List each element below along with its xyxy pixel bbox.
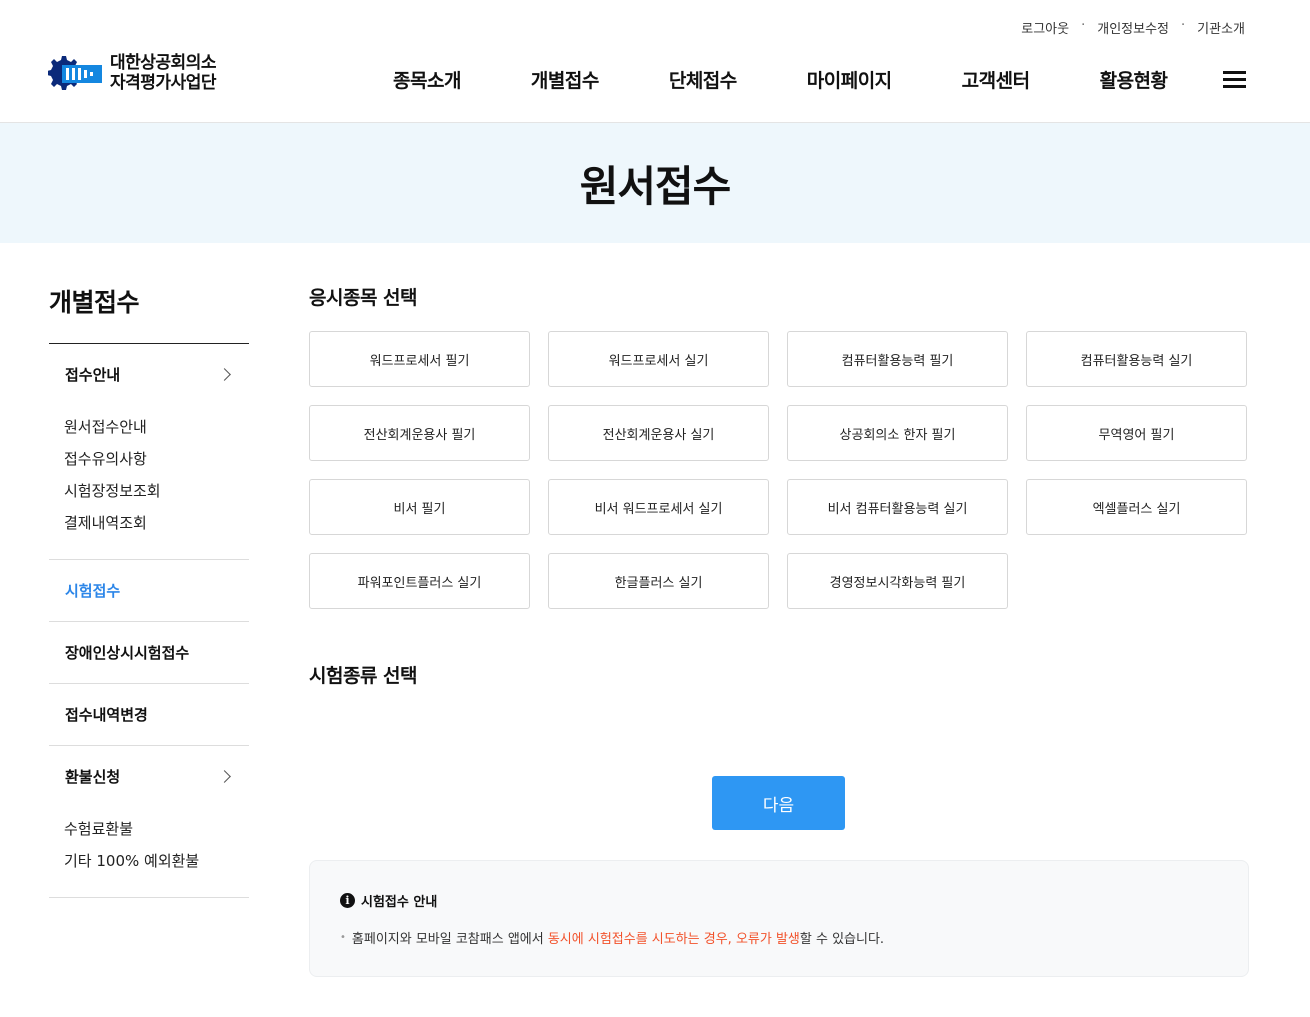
main-content: 응시종목 선택 워드프로세서 필기 워드프로세서 실기 컴퓨터활용능력 필기 컴… (309, 283, 1249, 688)
sidebar-item-refund[interactable]: 환불신청 (49, 746, 249, 807)
separator: · (1081, 18, 1086, 33)
subject-button[interactable]: 상공회의소 한자 필기 (787, 405, 1008, 461)
logo[interactable]: 대한상공회의소 자격평가사업단 (48, 52, 216, 94)
sidebar: 개별접수 접수안내 원서접수안내 접수유의사항 시험장정보조회 결제내역조회 시… (49, 283, 249, 898)
logo-line1: 대한상공회의소 (110, 53, 216, 73)
notice-text-after: 할 수 있습니다. (799, 932, 885, 947)
subject-button[interactable]: 전산회계운용사 실기 (548, 405, 769, 461)
sidebar-item-change[interactable]: 접수내역변경 (49, 684, 249, 745)
sidebar-group-refund: 환불신청 수험료환불 기타 100% 예외환불 (49, 746, 249, 898)
sidebar-subitem[interactable]: 결제내역조회 (64, 507, 234, 539)
subject-button[interactable]: 파워포인트플러스 실기 (309, 553, 530, 609)
gear-logo-icon (48, 56, 102, 90)
utility-links: 로그아웃 · 개인정보수정 · 기관소개 (1021, 18, 1245, 37)
subject-button[interactable]: 엑셀플러스 실기 (1026, 479, 1247, 535)
sidebar-item-label: 접수내역변경 (65, 706, 148, 724)
subject-button[interactable]: 워드프로세서 실기 (548, 331, 769, 387)
separator: · (1181, 18, 1186, 33)
notice-text: • 홈페이지와 모바일 코참패스 앱에서 동시에 시험접수를 시도하는 경우, … (340, 928, 1218, 947)
subject-button[interactable]: 컴퓨터활용능력 필기 (787, 331, 1008, 387)
bullet-icon: • (340, 932, 346, 943)
notice-text-before: 홈페이지와 모바일 코참패스 앱에서 (351, 932, 548, 947)
subject-section-title: 응시종목 선택 (309, 287, 418, 309)
sidebar-item-label: 장애인상시시험접수 (65, 644, 190, 662)
nav-individual[interactable]: 개별접수 (531, 66, 599, 93)
subject-grid: 워드프로세서 필기 워드프로세서 실기 컴퓨터활용능력 필기 컴퓨터활용능력 실… (309, 331, 1249, 609)
title-banner: 원서접수 (0, 123, 1310, 243)
nav-subjects[interactable]: 종목소개 (393, 66, 461, 93)
sidebar-item-label: 시험접수 (65, 582, 121, 600)
exam-type-section-title: 시험종류 선택 (309, 665, 418, 687)
sidebar-subitem[interactable]: 수험료환불 (64, 813, 234, 845)
nav-support[interactable]: 고객센터 (962, 66, 1030, 93)
next-button[interactable]: 다음 (712, 776, 845, 830)
sidebar-submenu: 수험료환불 기타 100% 예외환불 (49, 807, 249, 897)
chevron-right-icon (218, 368, 231, 381)
edit-profile-link[interactable]: 개인정보수정 (1097, 18, 1169, 37)
about-org-link[interactable]: 기관소개 (1197, 18, 1245, 37)
sidebar-title: 개별접수 (49, 283, 249, 344)
sidebar-item-exam-apply[interactable]: 시험접수 (49, 560, 249, 621)
subject-button[interactable]: 전산회계운용사 필기 (309, 405, 530, 461)
page-title: 원서접수 (579, 161, 732, 211)
sidebar-item-label: 접수안내 (65, 366, 121, 384)
sidebar-submenu: 원서접수안내 접수유의사항 시험장정보조회 결제내역조회 (49, 405, 249, 559)
subject-button[interactable]: 비서 필기 (309, 479, 530, 535)
info-icon: i (340, 893, 355, 908)
main-nav: 종목소개 개별접수 단체접수 마이페이지 고객센터 활용현황 (393, 66, 1168, 93)
subject-button[interactable]: 컴퓨터활용능력 실기 (1026, 331, 1247, 387)
nav-mypage[interactable]: 마이페이지 (807, 66, 892, 93)
sidebar-group-exam: 시험접수 (49, 560, 249, 622)
nav-usage[interactable]: 활용현황 (1100, 66, 1168, 93)
nav-group[interactable]: 단체접수 (669, 66, 737, 93)
menu-icon[interactable] (1223, 71, 1246, 89)
sidebar-item-guide[interactable]: 접수안내 (49, 344, 249, 405)
chevron-right-icon (218, 770, 231, 783)
sidebar-group-guide: 접수안내 원서접수안내 접수유의사항 시험장정보조회 결제내역조회 (49, 344, 249, 560)
sidebar-subitem[interactable]: 기타 100% 예외환불 (64, 845, 234, 877)
subject-button[interactable]: 경영정보시각화능력 필기 (787, 553, 1008, 609)
subject-button[interactable]: 비서 컴퓨터활용능력 실기 (787, 479, 1008, 535)
logo-line2: 자격평가사업단 (110, 73, 216, 93)
sidebar-item-label: 환불신청 (65, 768, 121, 786)
notice-title: 시험접수 안내 (361, 895, 438, 910)
sidebar-group-change: 접수내역변경 (49, 684, 249, 746)
sidebar-subitem[interactable]: 원서접수안내 (64, 411, 234, 443)
sidebar-subitem[interactable]: 시험장정보조회 (64, 475, 234, 507)
sidebar-subitem[interactable]: 접수유의사항 (64, 443, 234, 475)
sidebar-group-disabled: 장애인상시시험접수 (49, 622, 249, 684)
notice-box: i 시험접수 안내 • 홈페이지와 모바일 코참패스 앱에서 동시에 시험접수를… (309, 860, 1249, 977)
subject-button[interactable]: 무역영어 필기 (1026, 405, 1247, 461)
subject-button[interactable]: 비서 워드프로세서 실기 (548, 479, 769, 535)
sidebar-item-disabled-exam[interactable]: 장애인상시시험접수 (49, 622, 249, 683)
subject-button[interactable]: 워드프로세서 필기 (309, 331, 530, 387)
notice-highlight: 동시에 시험접수를 시도하는 경우, 오류가 발생 (547, 932, 800, 947)
subject-button[interactable]: 한글플러스 실기 (548, 553, 769, 609)
logout-link[interactable]: 로그아웃 (1021, 18, 1069, 37)
